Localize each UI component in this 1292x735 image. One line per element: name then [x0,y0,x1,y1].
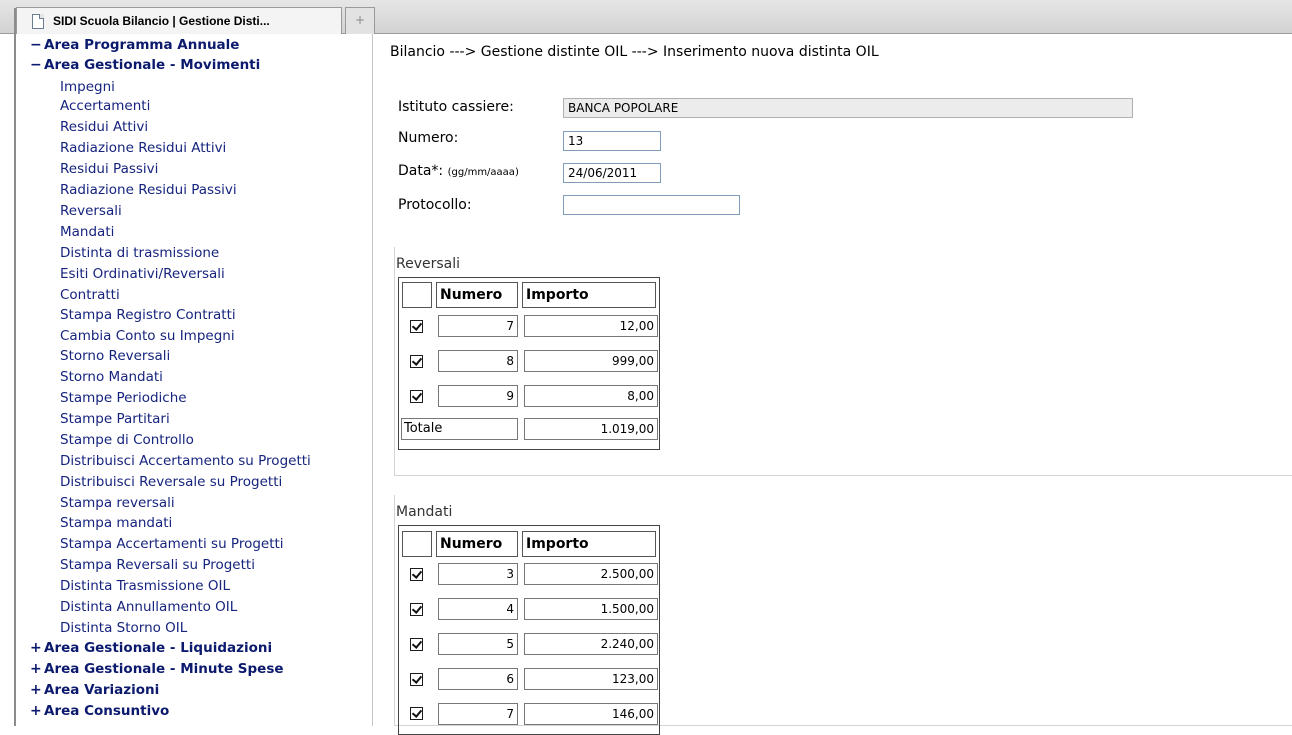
data-label: Data*: (gg/mm/aaaa) [398,163,519,179]
sidebar-item-accertamenti[interactable]: Accertamenti [60,97,150,115]
mandati-row-numero: 4 [438,598,518,620]
reversali-totale-value: 1.019,00 [524,418,658,440]
mandati-row-importo: 146,00 [524,703,658,725]
sidebar-section-gestionale-movimenti[interactable]: − Area Gestionale - Movimenti [30,56,261,74]
sidebar-section-minute-spese[interactable]: + Area Gestionale - Minute Spese [30,660,284,678]
mandati-row-numero: 7 [438,703,518,725]
numero-field[interactable]: 13 [563,131,661,151]
sidebar-item-stampa-reversali-progetti[interactable]: Stampa Reversali su Progetti [60,556,255,574]
new-tab-button[interactable]: + [345,7,375,34]
sidebar-item-impegni[interactable]: Impegni [60,78,115,96]
sidebar-item-stampe-periodiche[interactable]: Stampe Periodiche [60,389,187,407]
reversali-row-importo: 8,00 [524,385,658,407]
expand-icon[interactable]: + [30,639,44,657]
istituto-label: Istituto cassiere: [398,99,514,115]
reversali-row-checkbox[interactable] [410,390,423,403]
sidebar-section-liquidazioni[interactable]: + Area Gestionale - Liquidazioni [30,639,273,657]
reversali-row-numero: 8 [438,350,518,372]
sidebar-section-label: Area Gestionale - Movimenti [44,57,261,73]
collapse-icon[interactable]: − [30,36,44,54]
reversali-header-select [402,282,432,308]
sidebar-item-distinta-annullamento-oil[interactable]: Distinta Annullamento OIL [60,598,237,616]
sidebar-item-distinta-storno-oil[interactable]: Distinta Storno OIL [60,619,187,637]
expand-icon[interactable]: + [30,702,44,720]
mandati-row-numero: 5 [438,633,518,655]
mandati-row-importo: 2.240,00 [524,633,658,655]
expand-icon[interactable]: + [30,660,44,678]
protocollo-label: Protocollo: [398,197,472,213]
reversali-row-importo: 999,00 [524,350,658,372]
mandati-row-checkbox[interactable] [410,638,423,651]
sidebar-item-radiazione-residui-passivi[interactable]: Radiazione Residui Passivi [60,181,237,199]
sidebar-item-stampa-mandati[interactable]: Stampa mandati [60,514,172,532]
mandati-title: Mandati [396,504,453,520]
sidebar-item-stampa-accertamenti-progetti[interactable]: Stampa Accertamenti su Progetti [60,535,284,553]
sidebar-item-mandati[interactable]: Mandati [60,223,114,241]
protocollo-field[interactable] [563,195,740,215]
page-icon [32,14,44,29]
mandati-row-importo: 123,00 [524,668,658,690]
sidebar-item-distinta-trasmissione[interactable]: Distinta di trasmissione [60,244,219,262]
sidebar-item-cambia-conto[interactable]: Cambia Conto su Impegni [60,327,235,345]
data-format-hint: (gg/mm/aaaa) [447,167,519,178]
reversali-row-numero: 7 [438,315,518,337]
reversali-header-importo: Importo [522,282,656,308]
mandati-row-checkbox[interactable] [410,673,423,686]
reversali-row-numero: 9 [438,385,518,407]
istituto-field: BANCA POPOLARE [563,98,1133,118]
sidebar-item-residui-passivi[interactable]: Residui Passivi [60,160,158,178]
mandati-row-checkbox[interactable] [410,603,423,616]
sidebar-item-residui-attivi[interactable]: Residui Attivi [60,118,148,136]
mandati-row-numero: 6 [438,668,518,690]
browser-tab-bar: SIDI Scuola Bilancio | Gestione Disti...… [0,0,1292,34]
reversali-row-checkbox[interactable] [410,355,423,368]
sidebar-item-contratti[interactable]: Contratti [60,286,120,304]
sidebar-item-stampe-partitari[interactable]: Stampe Partitari [60,410,170,428]
reversali-row-importo: 12,00 [524,315,658,337]
mandati-row-importo: 1.500,00 [524,598,658,620]
reversali-title: Reversali [396,256,461,272]
tab-title: SIDI Scuola Bilancio | Gestione Disti... [53,14,270,28]
sidebar-item-storno-reversali[interactable]: Storno Reversali [60,347,170,365]
mandati-row-checkbox[interactable] [410,568,423,581]
sidebar-item-stampa-reversali[interactable]: Stampa reversali [60,494,175,512]
sidebar-section-consuntivo[interactable]: + Area Consuntivo [30,702,170,720]
sidebar-section-label: Area Consuntivo [44,703,170,719]
sidebar-item-storno-mandati[interactable]: Storno Mandati [60,368,163,386]
sidebar-item-reversali[interactable]: Reversali [60,202,122,220]
sidebar-item-esiti-ordinativi[interactable]: Esiti Ordinativi/Reversali [60,265,225,283]
sidebar-section-programma-annuale[interactable]: − Area Programma Annuale [30,36,240,54]
mandati-header-importo: Importo [522,531,656,557]
frame-left-border [14,34,16,726]
reversali-totale-label: Totale [401,418,518,440]
plus-icon: + [354,13,366,27]
mandati-header-numero: Numero [436,531,518,557]
sidebar-item-stampe-controllo[interactable]: Stampe di Controllo [60,431,194,449]
data-field[interactable]: 24/06/2011 [563,163,661,183]
collapse-icon[interactable]: − [30,56,44,74]
numero-label: Numero: [398,130,459,146]
mandati-row-importo: 2.500,00 [524,563,658,585]
sidebar-section-label: Area Gestionale - Minute Spese [44,661,284,677]
reversali-header-numero: Numero [436,282,518,308]
sidebar-item-distribuisci-reversale[interactable]: Distribuisci Reversale su Progetti [60,473,282,491]
sidebar-item-stampa-registro-contratti[interactable]: Stampa Registro Contratti [60,306,236,324]
reversali-row-checkbox[interactable] [410,320,423,333]
sidebar-item-distribuisci-accertamento[interactable]: Distribuisci Accertamento su Progetti [60,452,311,470]
expand-icon[interactable]: + [30,681,44,699]
sidebar-item-radiazione-residui-attivi[interactable]: Radiazione Residui Attivi [60,139,226,157]
mandati-row-checkbox[interactable] [410,707,423,720]
sidebar-section-label: Area Gestionale - Liquidazioni [44,640,273,656]
frame-divider [372,34,373,726]
data-label-text: Data*: [398,163,444,179]
mandati-row-numero: 3 [438,563,518,585]
mandati-header-select [402,531,432,557]
sidebar-item-distinta-trasmissione-oil[interactable]: Distinta Trasmissione OIL [60,577,230,595]
sidebar-section-label: Area Programma Annuale [44,37,240,53]
sidebar-section-label: Area Variazioni [44,682,160,698]
sidebar-section-variazioni[interactable]: + Area Variazioni [30,681,160,699]
sidebar-menu: − Area Programma Annuale − Area Gestionale… [0,34,372,726]
breadcrumb: Bilancio ---> Gestione distinte OIL --->… [390,44,879,60]
browser-tab-active[interactable]: SIDI Scuola Bilancio | Gestione Disti... [16,7,342,34]
